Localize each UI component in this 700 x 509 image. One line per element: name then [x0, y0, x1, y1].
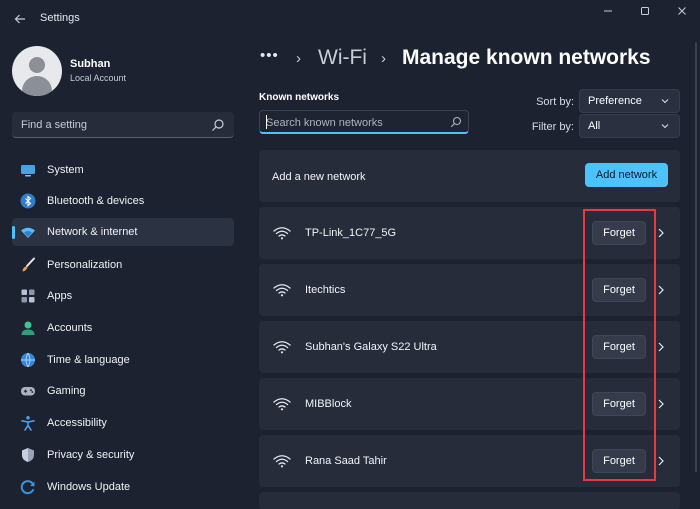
sort-by-dropdown[interactable]: Preference [579, 89, 680, 113]
accounts-icon [21, 321, 35, 335]
add-network-button[interactable]: Add network [585, 163, 668, 187]
wifi-icon [273, 398, 291, 411]
chevron-right-icon[interactable] [656, 398, 666, 410]
sidebar-item-label: Personalization [47, 259, 123, 271]
network-name: Rana Saad Tahir [305, 455, 387, 467]
sidebar-item-windows-update[interactable]: Windows Update [12, 473, 234, 501]
scrollbar[interactable] [695, 42, 697, 472]
sidebar-item-network[interactable]: Network & internet [12, 218, 234, 246]
sidebar-item-system[interactable]: System [12, 156, 234, 184]
sidebar-item-label: Network & internet [47, 226, 138, 238]
sidebar-item-label: Bluetooth & devices [47, 195, 145, 207]
network-row-partial[interactable] [259, 492, 680, 509]
active-indicator [12, 226, 15, 239]
chevron-right-icon[interactable] [656, 284, 666, 296]
sort-by-value: Preference [588, 95, 642, 107]
breadcrumb-wifi-link[interactable]: Wi-Fi [318, 46, 367, 70]
network-name: Itechtics [305, 284, 346, 296]
find-setting-placeholder: Find a setting [21, 119, 88, 131]
sidebar-item-label: Gaming [47, 385, 86, 397]
find-setting-search[interactable]: Find a setting [12, 112, 234, 138]
search-known-networks-input[interactable] [266, 115, 446, 130]
wifi-icon [273, 284, 291, 297]
sidebar-item-personalization[interactable]: Personalization [12, 251, 234, 279]
gamepad-icon [21, 387, 35, 396]
brush-icon [22, 257, 35, 272]
network-name: TP-Link_1C77_5G [305, 227, 397, 239]
title-bar: Settings [0, 0, 700, 38]
page-title: Manage known networks [402, 46, 651, 69]
sidebar-item-accessibility[interactable]: Accessibility [12, 409, 234, 437]
sidebar-item-label: Privacy & security [47, 449, 135, 461]
search-icon [450, 116, 462, 128]
bluetooth-icon [20, 193, 36, 209]
apps-icon [21, 289, 35, 303]
search-known-networks[interactable] [259, 110, 469, 134]
chevron-right-icon[interactable] [656, 341, 666, 353]
close-button[interactable] [671, 6, 693, 20]
text-cursor [266, 115, 267, 129]
network-name: Subhan's Galaxy S22 Ultra [305, 341, 437, 353]
add-network-label: Add a new network [272, 171, 366, 183]
filter-by-dropdown[interactable]: All [579, 114, 680, 138]
shield-icon [22, 448, 34, 462]
highlight-annotation [583, 209, 656, 481]
wifi-icon [273, 455, 291, 468]
sidebar-item-privacy-security[interactable]: Privacy & security [12, 441, 234, 469]
maximize-icon [641, 7, 649, 15]
network-icon [21, 227, 35, 238]
sidebar-item-accounts[interactable]: Accounts [12, 314, 234, 342]
avatar-head [29, 57, 45, 73]
back-arrow-icon [14, 14, 25, 24]
sidebar-item-label: System [47, 164, 84, 176]
back-button[interactable] [10, 10, 30, 28]
search-icon [212, 119, 224, 131]
sidebar-item-label: Accessibility [47, 417, 107, 429]
chevron-down-icon [661, 99, 669, 104]
chevron-right-icon[interactable] [656, 227, 666, 239]
avatar[interactable] [12, 46, 62, 96]
sidebar-item-time-language[interactable]: Time & language [12, 346, 234, 374]
chevron-down-icon [661, 124, 669, 129]
sort-by-label: Sort by: [536, 96, 574, 108]
minimize-icon [604, 10, 612, 12]
close-icon [678, 7, 686, 15]
sidebar-item-bluetooth[interactable]: Bluetooth & devices [12, 187, 234, 215]
sidebar-item-gaming[interactable]: Gaming [12, 377, 234, 405]
update-icon [20, 480, 35, 495]
accessibility-icon [21, 416, 35, 431]
known-networks-heading: Known networks [259, 92, 340, 103]
user-name: Subhan [70, 58, 111, 70]
sidebar-item-apps[interactable]: Apps [12, 282, 234, 310]
filter-by-value: All [588, 120, 601, 132]
network-name: MIBBlock [305, 398, 352, 410]
sidebar-item-label: Accounts [47, 322, 93, 334]
wifi-icon [273, 227, 291, 240]
breadcrumb-separator: › [296, 50, 301, 67]
wifi-icon [273, 341, 291, 354]
account-type: Local Account [70, 73, 127, 83]
add-network-card: Add a new network Add network [259, 150, 680, 202]
breadcrumb-overflow-button[interactable]: ••• [260, 47, 279, 64]
sidebar-item-label: Apps [47, 290, 73, 302]
filter-by-label: Filter by: [531, 121, 574, 133]
avatar-body [22, 76, 52, 96]
maximize-button[interactable] [634, 6, 656, 20]
sidebar-item-label: Windows Update [47, 481, 131, 493]
breadcrumb-separator: › [381, 50, 386, 67]
time-language-icon [21, 352, 35, 368]
chevron-right-icon[interactable] [656, 455, 666, 467]
app-title: Settings [40, 12, 80, 24]
sidebar-item-label: Time & language [47, 354, 130, 366]
system-icon [21, 165, 35, 177]
minimize-button[interactable] [597, 6, 619, 20]
